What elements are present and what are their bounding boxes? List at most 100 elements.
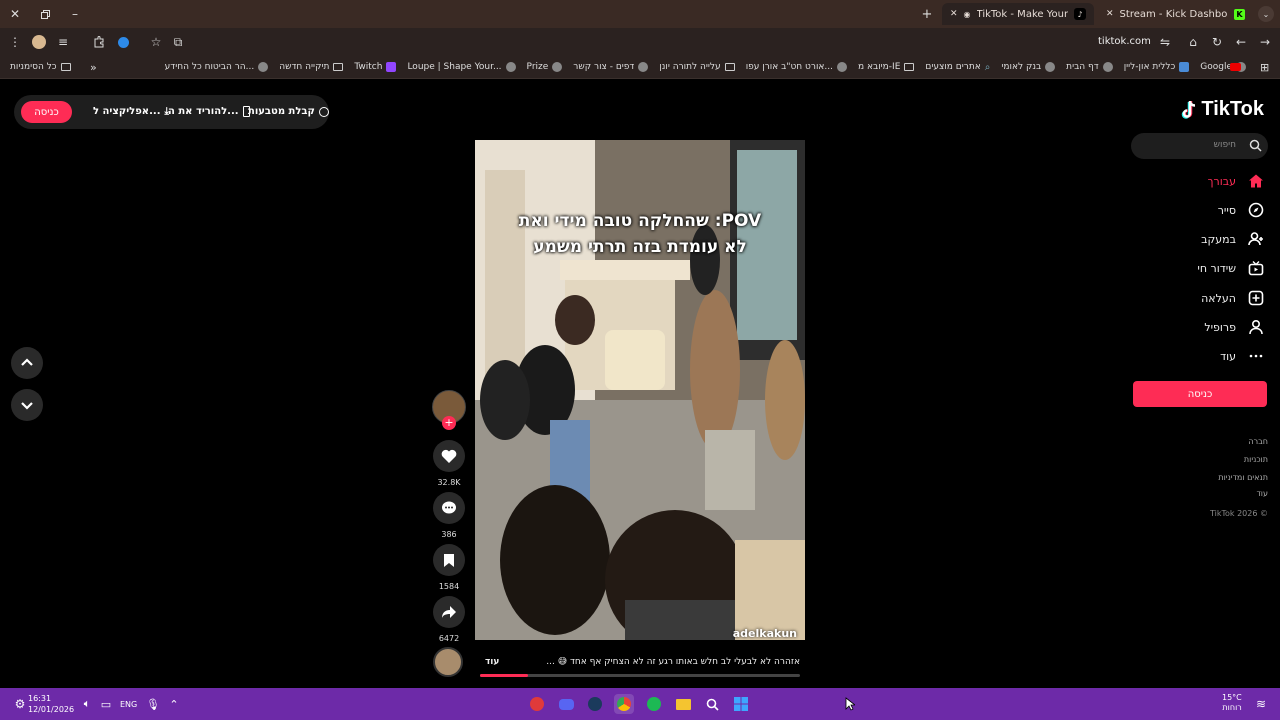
back-icon[interactable]: ← [1232, 33, 1250, 51]
tiktok-logo[interactable]: TikTok [1180, 98, 1264, 121]
search-box[interactable]: חיפוש [1131, 133, 1268, 159]
video-username[interactable]: adelkakun [733, 627, 797, 640]
get-app-link[interactable]: אפליקציה ל... ⤓ [93, 106, 169, 117]
download-link[interactable]: להוריד את ה... [168, 106, 250, 117]
start-icon[interactable] [731, 694, 751, 714]
volume-icon[interactable]: 🔈︎ [77, 694, 97, 714]
bookmark-icon[interactable] [433, 544, 465, 576]
creator-avatar[interactable]: + [430, 390, 468, 430]
discord-icon[interactable] [556, 694, 576, 714]
new-tab-icon[interactable]: + [920, 7, 934, 22]
search-taskbar-icon[interactable] [702, 694, 722, 714]
footer-link[interactable]: חברה [1248, 437, 1268, 446]
home-icon[interactable]: ⌂ [1184, 33, 1202, 51]
like-count: 32.8K [437, 478, 461, 487]
bookmark-item[interactable]: תיקייה חדשה [279, 58, 344, 76]
download-label: להוריד את ה... [168, 106, 239, 117]
footer-link[interactable]: עוד [1256, 489, 1268, 498]
all-bookmarks[interactable]: כל הסימניות [10, 58, 71, 76]
file-explorer-icon[interactable] [673, 694, 693, 714]
bookmark-item[interactable]: כללית און-ליין [1124, 58, 1190, 76]
forward-icon[interactable]: → [1256, 33, 1274, 51]
get-coins-link[interactable]: קבלת מטבעות [248, 106, 329, 117]
next-video-button[interactable] [11, 389, 43, 421]
nav-item[interactable]: במעקב [1201, 228, 1264, 250]
bookmark-item[interactable]: הר הביטוח כל החידע... [165, 58, 269, 76]
windows-taskbar [0, 688, 1280, 720]
share-icon[interactable] [433, 596, 465, 628]
bookmark-item[interactable]: Prize [527, 58, 563, 76]
follow-plus-icon[interactable]: + [442, 416, 456, 430]
login-button-side[interactable]: כניסה [1133, 381, 1267, 407]
tab-kick[interactable]: ✕ Stream - Kick Dashboard K [1098, 3, 1253, 25]
apps-grid-icon[interactable]: ⊞ [1260, 58, 1269, 76]
minimize-window-icon[interactable]: – [68, 7, 82, 21]
save-action[interactable]: 1584 [430, 544, 468, 591]
close-window-icon[interactable]: ✕ [8, 7, 22, 21]
nav-item[interactable]: סייר [1218, 199, 1264, 221]
extensions-icon[interactable] [90, 33, 108, 51]
search-icon[interactable] [1249, 139, 1262, 152]
tab-tiktok[interactable]: ✕ ◉ TikTok - Make Your Day ♪ [942, 3, 1094, 25]
address-url[interactable]: tiktok.com [1098, 36, 1151, 47]
nav-item[interactable]: פרופיל [1204, 316, 1264, 338]
kick-favicon-icon: K [1234, 8, 1245, 20]
music-disc-avatar[interactable] [433, 647, 463, 677]
weather-widget[interactable]: 15°C רוחות [1222, 693, 1242, 713]
share-action[interactable]: 6472 [430, 596, 468, 643]
close-tab-icon[interactable]: ✕ [950, 9, 958, 19]
all-bookmarks-label: כל הסימניות [10, 62, 57, 72]
nav-item[interactable]: שידור חי [1197, 257, 1264, 279]
clock[interactable]: 16:31 12/01/2026 [28, 693, 74, 715]
steam-icon[interactable] [585, 694, 605, 714]
video-progress-track[interactable] [480, 674, 800, 677]
bookmark-item[interactable]: Loupe | Shape Your... [407, 58, 516, 76]
chrome-icon[interactable] [614, 694, 634, 714]
bookmark-label: בנק לאומי [1001, 62, 1042, 72]
heart-icon[interactable] [433, 440, 465, 472]
nav-item[interactable]: עבורך [1208, 170, 1264, 192]
network-icon[interactable]: ▭ [96, 694, 116, 714]
bookmark-star-icon[interactable]: ☆ [147, 33, 165, 51]
bookmark-item[interactable]: Twitch [354, 58, 397, 76]
nav-item[interactable]: עוד [1220, 345, 1264, 367]
site-settings-icon[interactable]: ⇋ [1156, 33, 1174, 51]
cast-icon[interactable]: ⧉ [169, 33, 187, 51]
microphone-icon[interactable]: 🎙︎ [143, 694, 163, 714]
nav-item[interactable]: העלאה [1201, 287, 1264, 309]
compass-icon [1248, 202, 1264, 218]
bookmark-item[interactable]: מיובא מ-IE [858, 58, 915, 76]
tray-chevron-icon[interactable]: ⌃ [164, 694, 184, 714]
footer-link[interactable]: תוכניות [1244, 455, 1268, 464]
more-icon [1248, 348, 1264, 364]
footer-link[interactable]: תנאים ומדיניות [1218, 473, 1268, 482]
comment-action[interactable]: 386 [430, 492, 468, 539]
bookmarks-overflow-icon[interactable]: » [90, 58, 97, 76]
tab-search-icon[interactable]: ⌄ [1258, 6, 1274, 22]
bookmark-item[interactable]: דפים - צור קשר [573, 58, 649, 76]
previous-video-button[interactable] [11, 347, 43, 379]
settings-icon[interactable]: ⚙ [10, 694, 30, 714]
like-action[interactable]: 32.8K [430, 440, 468, 487]
profile-avatar[interactable] [30, 33, 48, 51]
caption-more-button[interactable]: עוד [485, 657, 499, 667]
language-indicator[interactable]: ENG [120, 700, 137, 709]
spotify-icon[interactable] [644, 694, 664, 714]
login-button-top[interactable]: כניסה [21, 101, 72, 123]
chevron-up-icon [21, 358, 33, 366]
bookmark-item[interactable]: אתרים מוצעים ⌕ [925, 58, 990, 76]
app-icon-red[interactable] [527, 694, 547, 714]
video-player[interactable]: POV: שהחלקה טובה מידי ואת לא עומדת בזה ת… [475, 140, 805, 640]
bookmark-item[interactable]: עלייה לתורה יונן [659, 58, 735, 76]
comment-icon[interactable] [433, 492, 465, 524]
close-tab-icon[interactable]: ✕ [1106, 9, 1114, 19]
reading-list-icon[interactable]: ≡ [54, 33, 72, 51]
restore-window-icon[interactable] [38, 7, 52, 21]
menu-icon[interactable]: ⋮ [6, 33, 24, 51]
extension-blue-icon[interactable] [114, 33, 132, 51]
reload-icon[interactable]: ↻ [1208, 33, 1226, 51]
bookmark-item[interactable]: אורט חט"ב אורן עפו... [746, 58, 848, 76]
youtube-icon[interactable] [1230, 58, 1241, 76]
bookmark-item[interactable]: דף הבית [1066, 58, 1113, 76]
bookmark-item[interactable]: בנק לאומי [1001, 58, 1056, 76]
